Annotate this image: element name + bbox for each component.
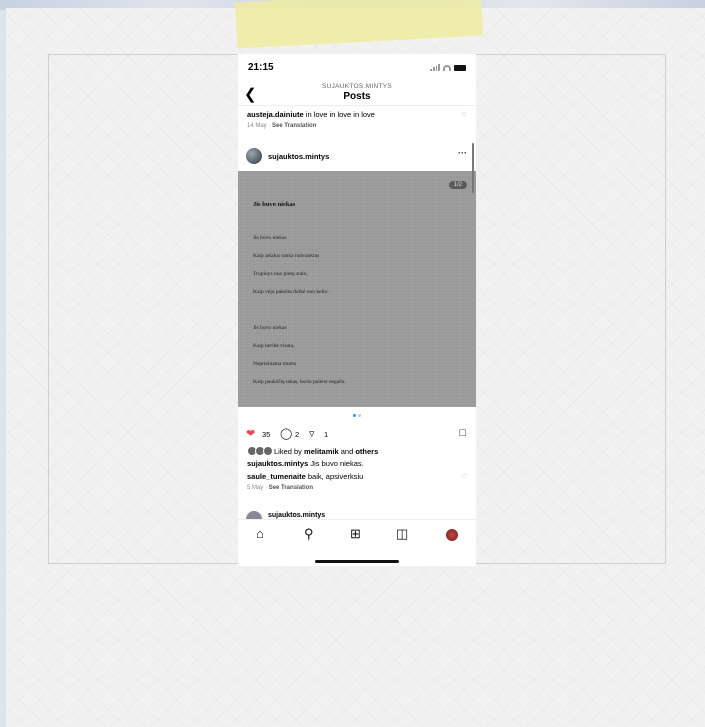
second-comment: saule_tumenaite baik, apsiverksiu [247, 472, 467, 481]
liked-by-others[interactable]: others [355, 447, 378, 456]
liked-by-user[interactable]: melitamik [304, 447, 339, 456]
carousel-dots [353, 414, 361, 417]
comment-username[interactable]: saule_tumenaite [247, 472, 306, 481]
create-post-icon[interactable]: ⊞ [350, 526, 361, 542]
bookmark-icon[interactable]: □ [459, 427, 466, 439]
header-title: Posts [343, 91, 371, 102]
next-post-username[interactable]: sujauktos.mintys [268, 512, 325, 519]
top-comment-meta: 14 May · See Translation [247, 123, 317, 129]
posts-header: ❮ SUJAUKTOS.MINTYS Posts [238, 82, 476, 104]
comment-date: 14 May [247, 123, 267, 129]
comment-date: 5 May [247, 485, 264, 491]
like-heart-icon[interactable]: ❤ [246, 427, 255, 440]
more-options-icon[interactable]: ··· [458, 148, 467, 158]
post-image[interactable]: 1/2 Jis buvo niekas Jis buvo niekas Kaip… [238, 143, 476, 407]
header-account: SUJAUKTOS.MINTYS [321, 83, 393, 90]
likes-count: 35 [262, 430, 271, 439]
caption-text: Jis buvo niekas. [308, 459, 364, 468]
post-actions: ❤ 35 ◯ 2 ▿ 1 □ [238, 426, 476, 442]
share-send-icon[interactable]: ▿ [309, 427, 315, 440]
comment-like-icon[interactable]: ♡ [461, 473, 467, 481]
home-icon[interactable]: ⌂ [256, 526, 264, 541]
search-icon[interactable]: ⚲ [304, 526, 314, 542]
see-translation-link[interactable]: See Translation [272, 123, 316, 129]
signal-icon [430, 64, 440, 71]
poem-line: Nepriеinama mums [253, 361, 297, 367]
status-bar: 21:15 [238, 62, 476, 76]
home-indicator [315, 560, 399, 563]
bottom-tab-bar: ⌂ ⚲ ⊞ ◫ [238, 519, 476, 566]
top-comment: austeja.dainiute in love in love in love [247, 110, 467, 119]
carousel-dot-active [353, 414, 356, 417]
see-translation-link[interactable]: See Translation [269, 485, 313, 491]
poem-line: Kaip paukščių takas, kurio paliest negal… [253, 379, 346, 385]
comment-text: baik, apsiverksiu [305, 472, 364, 481]
battery-icon [454, 64, 466, 71]
comment-text: in love in love in love [303, 110, 375, 119]
post-username[interactable]: sujauktos.mintys [268, 152, 329, 161]
avatar[interactable] [246, 148, 262, 164]
status-icons [430, 64, 466, 71]
post-caption: sujauktos.mintys Jis buvo niekas. [247, 459, 364, 468]
poem-line: Jis buvo niekas [253, 235, 287, 241]
liked-by-prefix: Liked by [274, 446, 305, 456]
liked-by: Liked by melitamik and others [247, 446, 378, 456]
comment-like-icon[interactable]: ♡ [461, 111, 467, 119]
poem-line: Kaip atšalus ranka nubrauktas [253, 253, 320, 259]
avatar[interactable] [246, 511, 262, 519]
wifi-icon [443, 64, 451, 71]
scrollbar[interactable] [472, 143, 474, 193]
profile-avatar[interactable] [446, 529, 458, 541]
carousel-dot [358, 414, 361, 417]
phone-screen: 21:15 ❮ SUJAUKTOS.MINTYS Posts austeja.d… [238, 54, 476, 566]
poem-title: Jis buvo niekas [253, 201, 296, 208]
liker-avatars [247, 446, 273, 456]
poem-line: Kaip beribė visata, [253, 343, 295, 349]
comment-username[interactable]: austeja.dainiute [247, 110, 304, 119]
poem-line: Trupinys nuo pietų stalo, [253, 271, 308, 277]
second-comment-meta: 5 May · See Translation [247, 485, 314, 491]
shares-count: 1 [324, 430, 329, 439]
poem-line: Jis buvo niekas [253, 325, 287, 331]
reels-icon[interactable]: ◫ [396, 526, 408, 542]
header-divider [238, 105, 476, 106]
poem-line: Kaip vėjo pakelta dulkė nuo kelio. [253, 289, 329, 295]
caption-username[interactable]: sujauktos.mintys [247, 459, 308, 468]
next-post-header: sujauktos.mintys [238, 509, 476, 519]
comment-bubble-icon[interactable]: ◯ [280, 427, 292, 440]
post-header: sujauktos.mintys ··· [238, 146, 476, 166]
carousel-counter: 1/2 [448, 181, 467, 189]
status-time: 21:15 [248, 62, 274, 73]
comments-count: 2 [295, 430, 300, 439]
liked-by-and: and [338, 446, 356, 456]
